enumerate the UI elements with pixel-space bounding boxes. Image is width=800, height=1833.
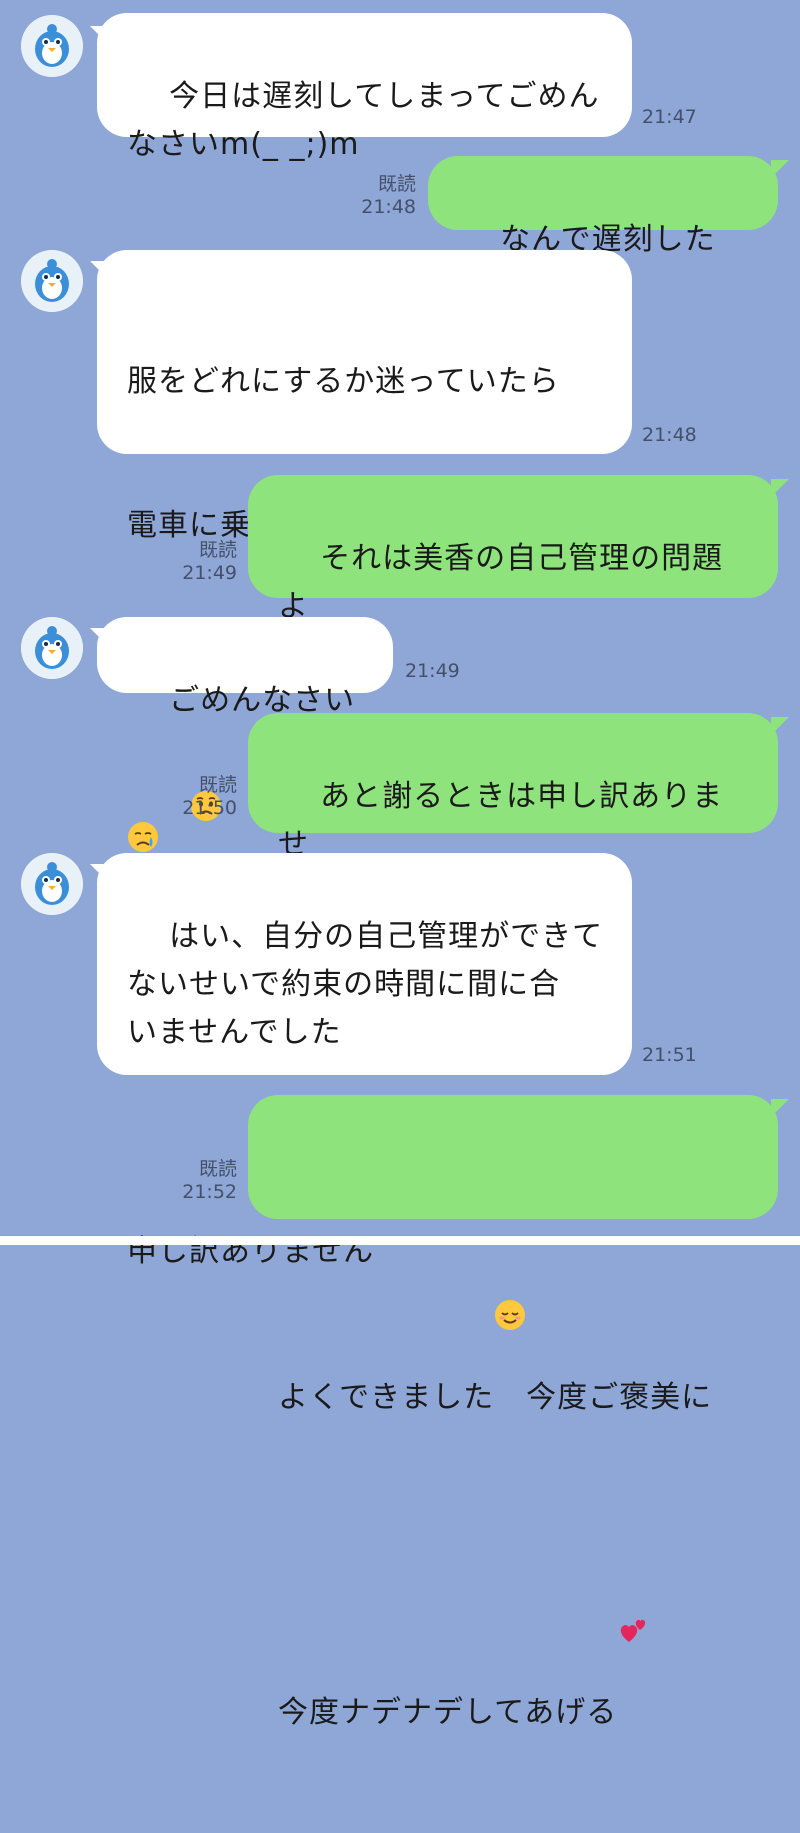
penguin-avatar-icon	[21, 617, 83, 679]
read-receipt: 既読	[198, 774, 237, 796]
avatar[interactable]	[21, 15, 83, 77]
message-meta: 既読 21:52	[171, 1158, 237, 1204]
message-time: 21:49	[405, 660, 460, 682]
message-text-line: 服をどれにするか迷っていたら	[127, 364, 560, 399]
bubble-tail	[771, 1099, 789, 1117]
message-meta: 既読 21:50	[171, 774, 237, 820]
bubble-tail	[771, 160, 789, 178]
crying-face-icon	[127, 725, 159, 852]
bubble-tail	[771, 717, 789, 735]
message-bubble-outgoing[interactable]: よくできました 今度ご褒美に 今度ナデナデしてあげる	[248, 1095, 778, 1730]
read-receipt: 既読	[198, 539, 237, 561]
message-time: 21:51	[642, 1044, 697, 1066]
bubble-tail	[771, 479, 789, 497]
message-text: 今度ご褒美に	[526, 1380, 713, 1415]
message-meta: 既読 21:49	[171, 539, 237, 585]
penguin-avatar-icon	[21, 250, 83, 312]
message-time: 21:48	[642, 424, 697, 446]
message-bubble-incoming[interactable]: 今日は遅刻してしまってごめん なさいm(_ _;)m	[97, 13, 632, 162]
message-text: 今度ナデナデしてあげる	[278, 1695, 618, 1730]
message-bubble-incoming[interactable]: ごめんなさい	[97, 617, 393, 852]
message-bubble-outgoing[interactable]: なんで遅刻したの？	[428, 156, 778, 305]
read-receipt: 既読	[377, 173, 416, 195]
message-text: よくできました	[278, 1380, 495, 1415]
message-bubble-outgoing[interactable]: あと謝るときは申し訳ありませ ん、ね	[248, 713, 778, 910]
relieved-face-icon	[494, 1203, 526, 1330]
message-meta: 既読 21:48	[350, 173, 416, 219]
avatar[interactable]	[21, 617, 83, 679]
message-time: 21:47	[642, 106, 697, 128]
message-text: 今日は遅刻してしまってごめん なさいm(_ _;)m	[127, 79, 600, 162]
message-time: 21:48	[361, 196, 416, 218]
two-hearts-icon	[617, 1518, 649, 1642]
crying-face-icon	[374, 1057, 406, 1184]
bottom-edge	[0, 1236, 800, 1245]
penguin-avatar-icon	[21, 15, 83, 77]
avatar[interactable]	[21, 853, 83, 915]
message-bubble-incoming[interactable]: 服をどれにするか迷っていたら 電車に乗り遅れちゃったんです	[97, 250, 632, 821]
message-time: 21:52	[182, 1181, 237, 1203]
message-time: 21:50	[182, 797, 237, 819]
read-receipt: 既読	[198, 1158, 237, 1180]
message-bubble-incoming[interactable]: はい、自分の自己管理ができて ないせいで約束の時間に間に合 いませんでした 申し…	[97, 853, 632, 1269]
chat-area: 今日は遅刻してしまってごめん なさいm(_ _;)m 21:47 既読 21:4…	[0, 0, 800, 1730]
avatar[interactable]	[21, 250, 83, 312]
message-time: 21:49	[182, 562, 237, 584]
penguin-avatar-icon	[21, 853, 83, 915]
message-bubble-outgoing[interactable]: それは美香の自己管理の問題よ ね？	[248, 475, 778, 672]
